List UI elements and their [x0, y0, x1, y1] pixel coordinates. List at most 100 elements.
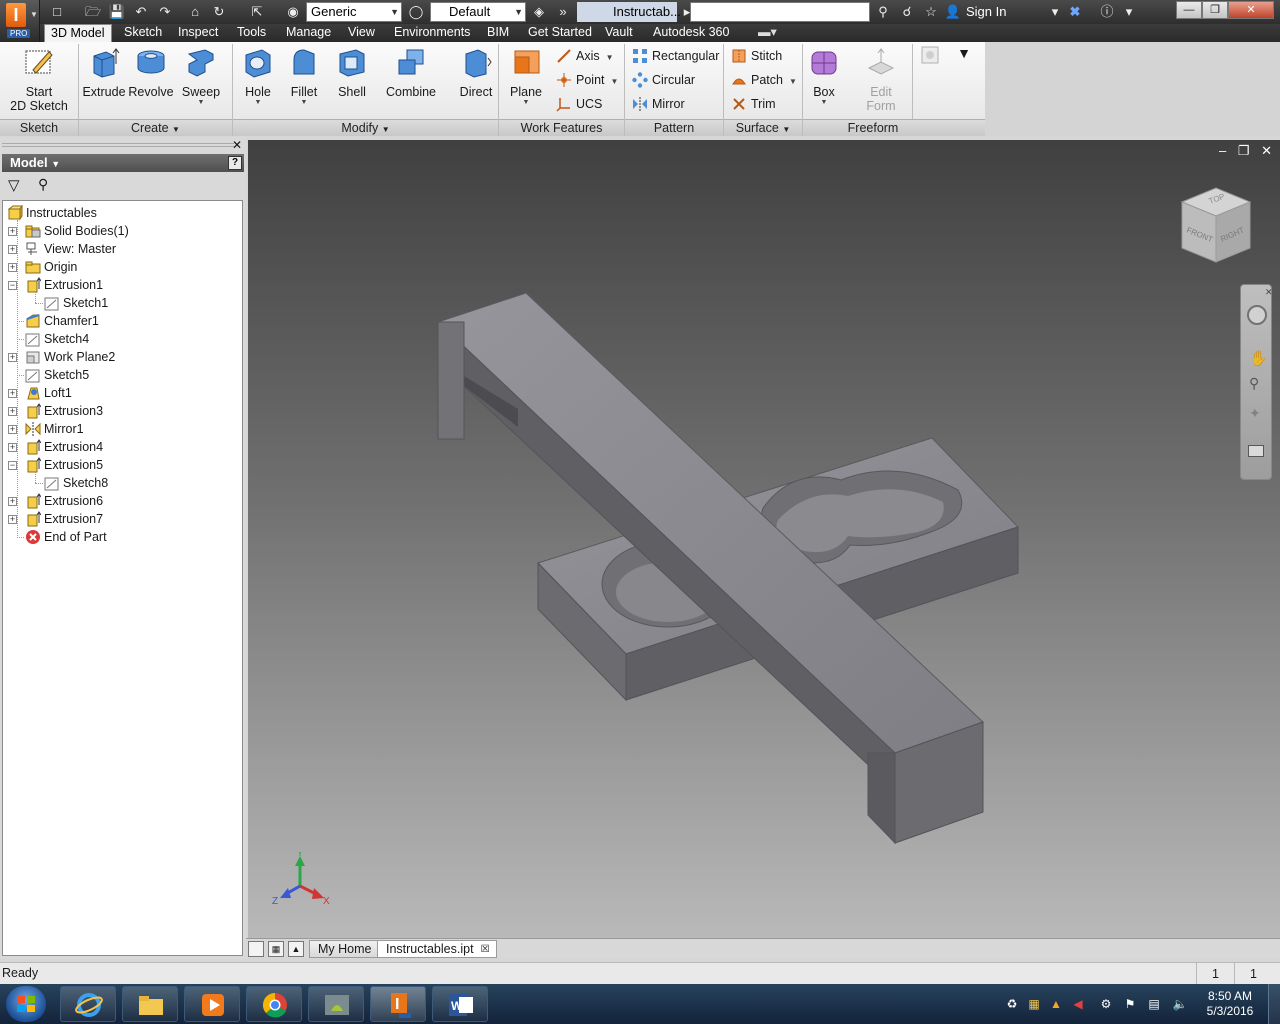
show-desktop-button[interactable]: [1268, 984, 1280, 1024]
tab-vault[interactable]: Vault: [599, 24, 639, 42]
trim-button[interactable]: Trim: [729, 94, 776, 114]
expand-icon[interactable]: +: [8, 515, 17, 524]
select-icon[interactable]: ⇱: [248, 3, 266, 21]
start-2d-sketch-button[interactable]: Start 2D Sketch: [6, 46, 72, 113]
new-icon[interactable]: □: [48, 3, 66, 21]
tray-notes-icon[interactable]: ▦: [1026, 996, 1042, 1012]
arrange-windows-icon[interactable]: ▦: [268, 941, 284, 957]
search-input[interactable]: [690, 2, 870, 22]
tray-upload-icon[interactable]: ▲: [1048, 996, 1064, 1012]
tree-node-extrusion3[interactable]: + Extrusion3: [3, 402, 241, 420]
tile-windows-icon[interactable]: [248, 941, 264, 957]
open-icon[interactable]: 🗁: [84, 3, 102, 21]
tree-node-extrusion4[interactable]: + Extrusion4: [3, 438, 241, 456]
appearance-combo[interactable]: Default ▼: [430, 2, 526, 22]
tab-autodesk-360[interactable]: Autodesk 360: [647, 24, 735, 42]
revolve-button[interactable]: Revolve: [128, 46, 174, 99]
tree-node-extrusion1[interactable]: − Extrusion1: [3, 276, 241, 294]
chevron-down-icon[interactable]: ▾: [1046, 3, 1064, 21]
binoculars-icon[interactable]: ⚲: [874, 3, 892, 21]
viewcube[interactable]: TOP FRONT RIGHT: [1178, 186, 1256, 270]
taskbar-ie[interactable]: [60, 986, 116, 1022]
edit-form-button[interactable]: Edit Form: [856, 46, 906, 113]
combine-button[interactable]: Combine: [382, 46, 440, 99]
close-button[interactable]: ✕: [1228, 1, 1274, 19]
tree-node-loft1[interactable]: + Loft1: [3, 384, 241, 402]
fillet-button[interactable]: Fillet ▼: [284, 46, 324, 107]
tree-node-extrusion6[interactable]: + Extrusion6: [3, 492, 241, 510]
expand-icon[interactable]: +: [8, 353, 17, 362]
tray-network-sharing-icon[interactable]: ⚙: [1098, 996, 1114, 1012]
plane-button[interactable]: Plane ▼: [506, 46, 546, 107]
subscription-icon[interactable]: ☌: [898, 3, 916, 21]
clock[interactable]: 8:50 AM 5/3/2016: [1200, 989, 1260, 1019]
help-icon[interactable]: ⓘ: [1098, 3, 1116, 21]
tree-node-solid-bodies-1[interactable]: + Solid Bodies(1): [3, 222, 241, 240]
home-icon[interactable]: ⌂: [186, 3, 204, 21]
close-icon[interactable]: ☒: [481, 941, 490, 958]
panel-surface[interactable]: Surface ▼: [724, 119, 802, 136]
expand-icon[interactable]: +: [8, 425, 17, 434]
tray-sync-icon[interactable]: ♻: [1004, 996, 1020, 1012]
expand-icon[interactable]: +: [8, 263, 17, 272]
sweep-button[interactable]: Sweep ▼: [180, 46, 222, 107]
sign-in-link[interactable]: Sign In: [966, 3, 1006, 21]
orbit-icon[interactable]: ✦: [1249, 405, 1261, 422]
taskbar-word[interactable]: W: [432, 986, 488, 1022]
save-icon[interactable]: 💾: [108, 3, 126, 21]
steering-wheel-icon[interactable]: [1247, 305, 1267, 325]
application-menu-button[interactable]: I PRO ▼: [0, 0, 40, 42]
tab-manage[interactable]: Manage: [280, 24, 337, 42]
taskbar-inventor[interactable]: I: [370, 986, 426, 1022]
panel-modify[interactable]: Modify ▼: [233, 119, 498, 136]
taskbar-media-player[interactable]: [184, 986, 240, 1022]
tree-node-instructables[interactable]: Instructables: [3, 204, 241, 222]
tree-node-view-master[interactable]: + View: Master: [3, 240, 241, 258]
chevron-down-icon[interactable]: ▾: [1120, 3, 1138, 21]
start-button[interactable]: [6, 986, 46, 1022]
tree-node-chamfer1[interactable]: Chamfer1: [3, 312, 241, 330]
material-combo[interactable]: Generic ▼: [306, 2, 402, 22]
more-icon[interactable]: »: [554, 3, 572, 21]
help-icon[interactable]: ?: [228, 156, 242, 170]
patch-button[interactable]: Patch ▼: [729, 70, 797, 90]
tab-inspect[interactable]: Inspect: [172, 24, 224, 42]
ribbon-more-button[interactable]: ▼: [948, 46, 980, 61]
doc-tab-instructables[interactable]: Instructables.ipt ☒: [377, 940, 497, 958]
expand-icon[interactable]: +: [8, 497, 17, 506]
tray-volume-icon[interactable]: 🔈: [1172, 996, 1188, 1012]
document-list-icon[interactable]: ▲: [288, 941, 304, 957]
axis-button[interactable]: Axis ▼: [554, 46, 614, 66]
tab-sketch[interactable]: Sketch: [118, 24, 168, 42]
undo-icon[interactable]: ↶: [132, 3, 150, 21]
expand-icon[interactable]: +: [8, 227, 17, 236]
ribbon-options-icon[interactable]: ▬▾: [752, 24, 783, 42]
browser-header[interactable]: Model ▼ ?: [2, 154, 244, 172]
pan-icon[interactable]: ✋: [1249, 349, 1268, 367]
binoculars-icon[interactable]: ⚲: [38, 176, 48, 193]
shell-button[interactable]: Shell: [332, 46, 372, 99]
tab-environments[interactable]: Environments: [388, 24, 476, 42]
expand-icon[interactable]: +: [8, 407, 17, 416]
collapse-icon[interactable]: −: [8, 461, 17, 470]
3d-model[interactable]: [248, 140, 1280, 938]
collapse-icon[interactable]: −: [8, 281, 17, 290]
exchange-icon[interactable]: ✖: [1066, 3, 1084, 21]
look-at-icon[interactable]: [1248, 445, 1264, 457]
convert-button[interactable]: [918, 46, 942, 67]
tray-network-icon[interactable]: ▤: [1146, 996, 1162, 1012]
panel-create[interactable]: Create ▼: [79, 119, 232, 136]
update-icon[interactable]: ↻: [210, 3, 228, 21]
circular-pattern-button[interactable]: Circular: [630, 70, 695, 90]
taskbar-explorer[interactable]: [122, 986, 178, 1022]
stitch-button[interactable]: Stitch: [729, 46, 782, 66]
favorites-icon[interactable]: ☆: [922, 3, 940, 21]
tab-get-started[interactable]: Get Started: [522, 24, 598, 42]
graphics-viewport[interactable]: – ❐ ✕ TOP FRONT RIGHT ✕ ✋ ⚲ ✦ Y X Z: [248, 140, 1280, 938]
redo-icon[interactable]: ↷: [156, 3, 174, 21]
zoom-icon[interactable]: ⚲: [1249, 375, 1259, 392]
minimize-button[interactable]: —: [1176, 1, 1202, 19]
tree-node-work-plane2[interactable]: + Work Plane2: [3, 348, 241, 366]
close-icon[interactable]: ✕: [1265, 287, 1273, 298]
expand-icon[interactable]: +: [8, 389, 17, 398]
